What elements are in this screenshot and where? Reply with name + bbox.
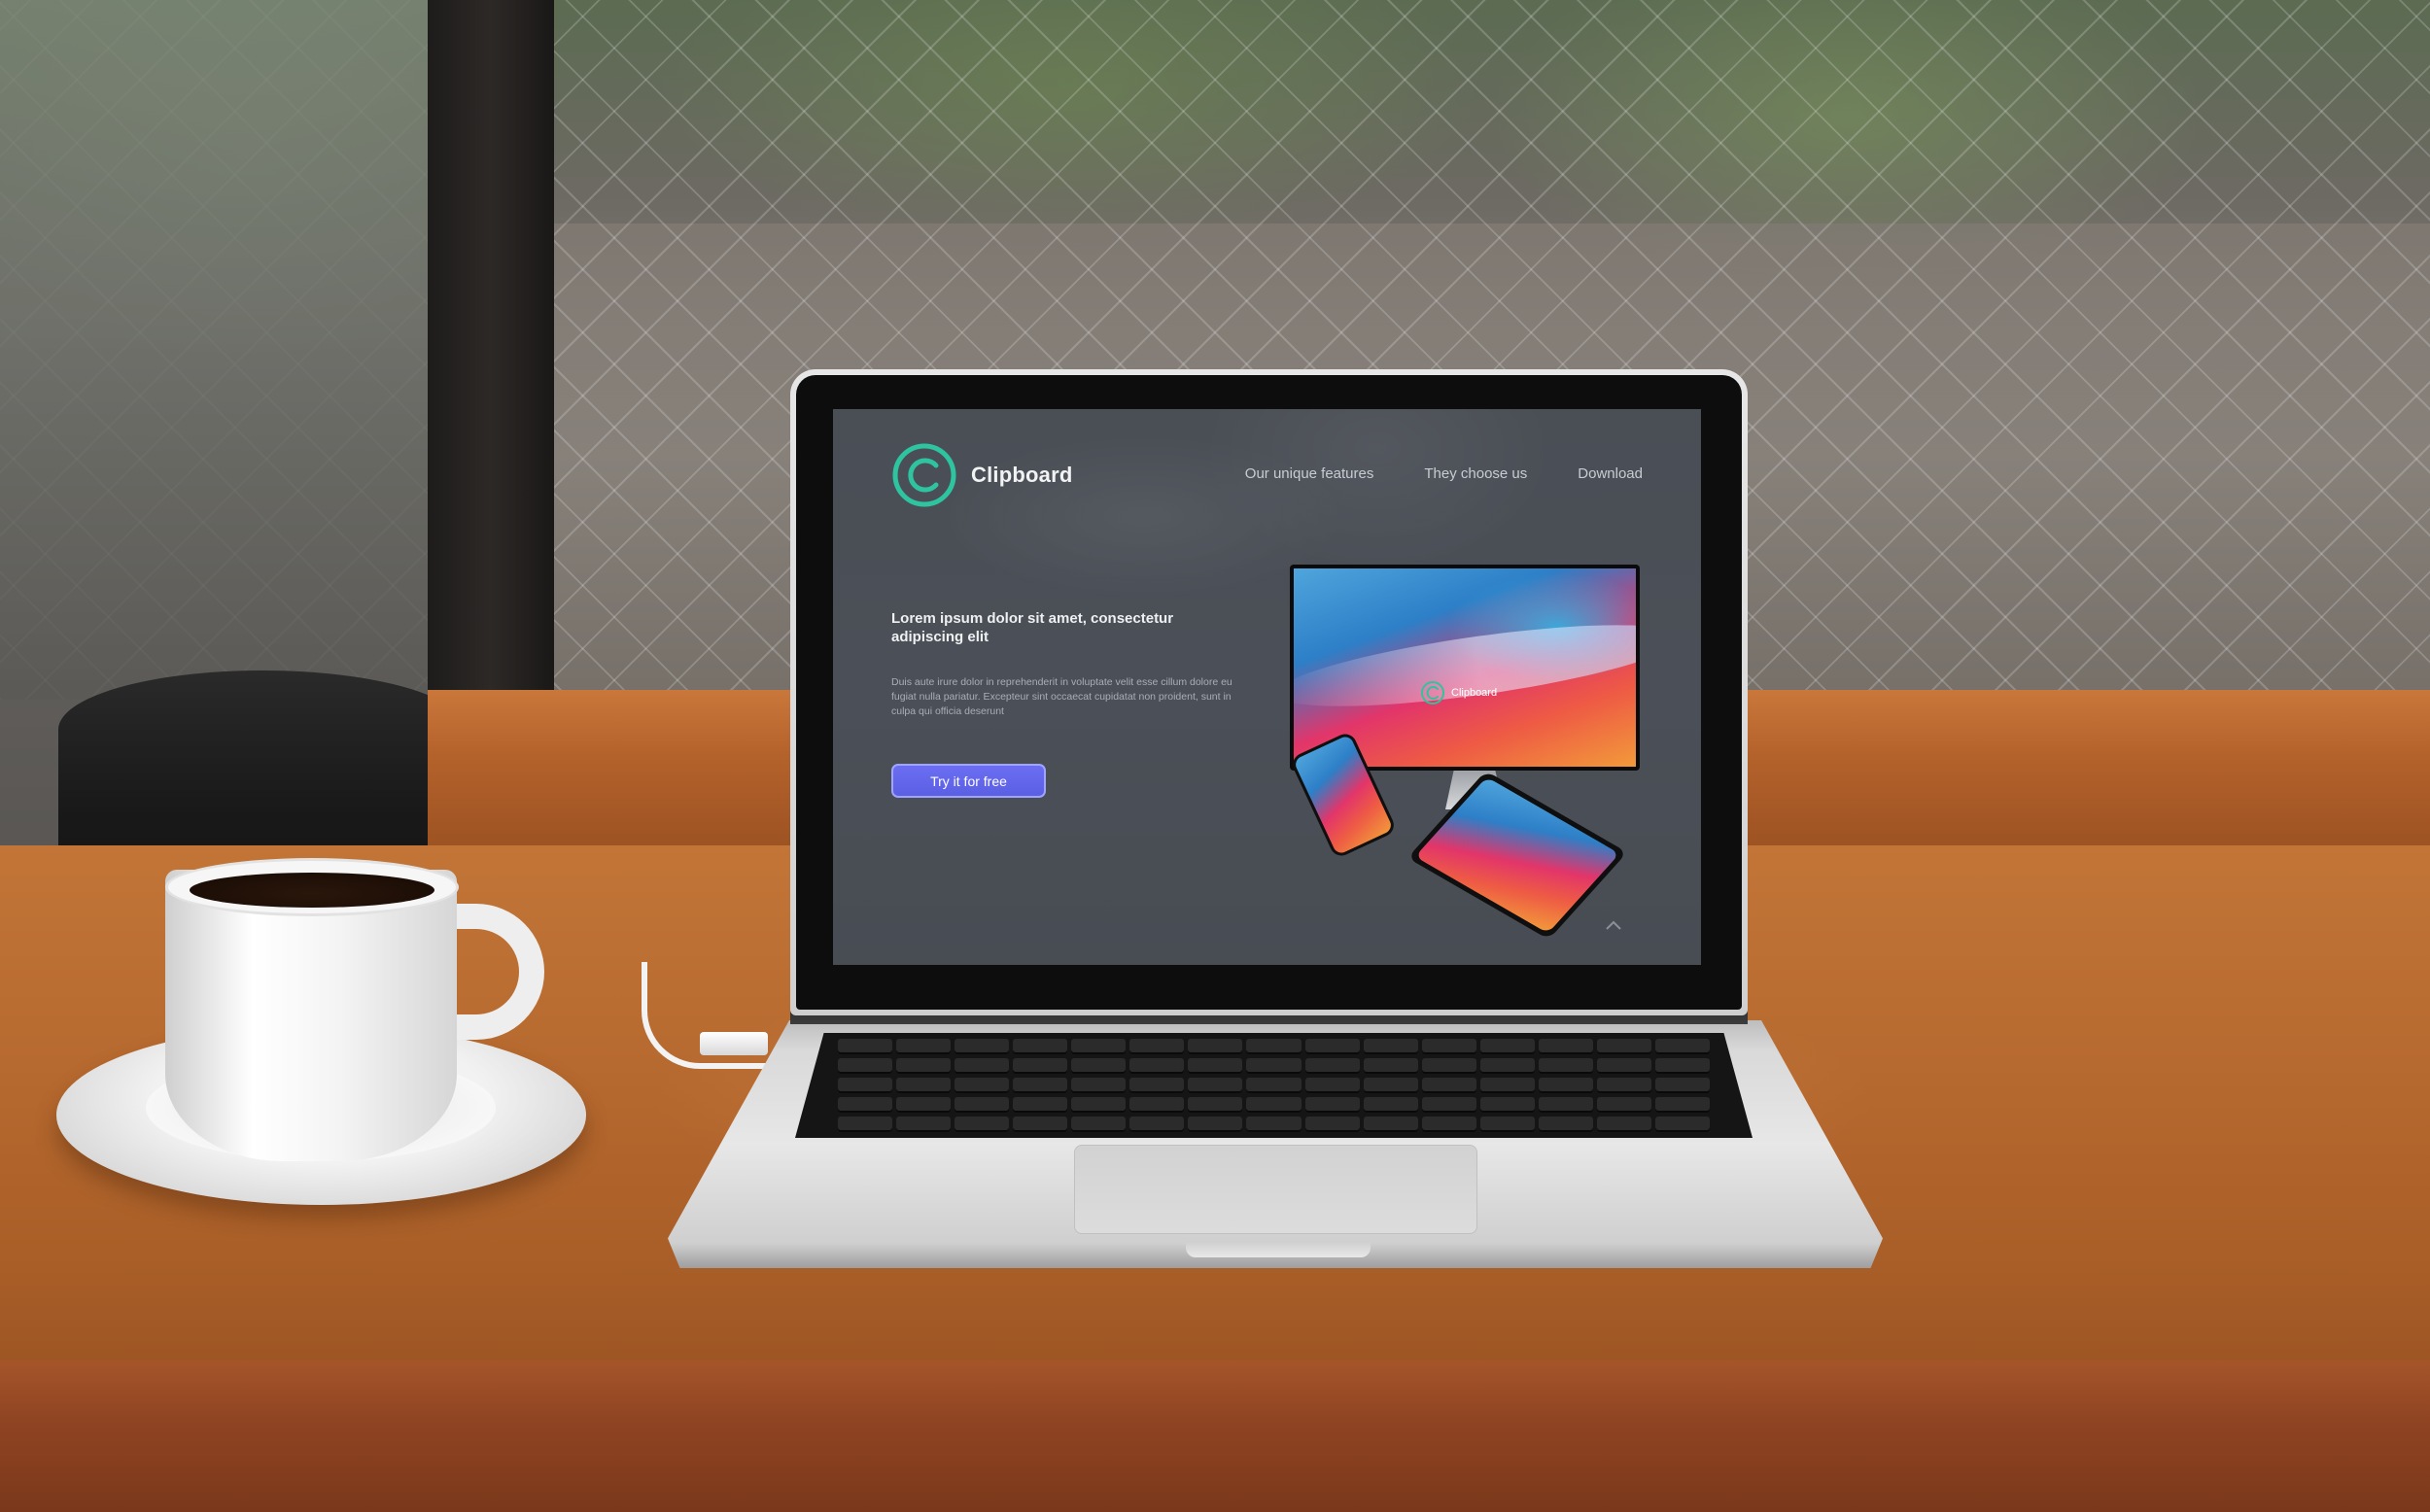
clipboard-logo-small-icon xyxy=(1421,681,1444,704)
wallpaper-wave xyxy=(1294,608,1636,723)
hero-body: Duis aute irure dolor in reprehenderit i… xyxy=(891,676,1232,717)
devices-illustration: Clipboard xyxy=(1289,565,1679,953)
clipboard-logo-icon[interactable] xyxy=(891,442,957,508)
tablet-wallpaper xyxy=(1414,776,1620,934)
cable-plug xyxy=(700,1032,768,1055)
nav-link-features[interactable]: Our unique features xyxy=(1245,465,1374,482)
table-edge xyxy=(0,1360,2430,1512)
website-screen: Clipboard Our unique features They choos… xyxy=(833,409,1701,965)
trackpad xyxy=(1074,1145,1477,1234)
monitor-brand: Clipboard xyxy=(1420,680,1497,705)
tablet-mockup xyxy=(1406,771,1628,940)
nav-link-download[interactable]: Download xyxy=(1578,465,1643,482)
try-free-button[interactable]: Try it for free xyxy=(891,764,1046,798)
hero-title: Lorem ipsum dolor sit amet, consectetur … xyxy=(891,610,1174,645)
brand-name[interactable]: Clipboard xyxy=(971,463,1072,488)
window-frame xyxy=(428,0,554,700)
top-nav: Our unique features They choose us Downl… xyxy=(1245,465,1643,482)
chevron-up-icon[interactable] xyxy=(1604,918,1623,932)
nav-link-testimonials[interactable]: They choose us xyxy=(1424,465,1527,482)
lid-notch xyxy=(1186,1242,1371,1257)
coffee xyxy=(190,873,434,908)
laptop-keyboard xyxy=(795,1033,1753,1138)
monitor-brand-label: Clipboard xyxy=(1451,687,1498,699)
